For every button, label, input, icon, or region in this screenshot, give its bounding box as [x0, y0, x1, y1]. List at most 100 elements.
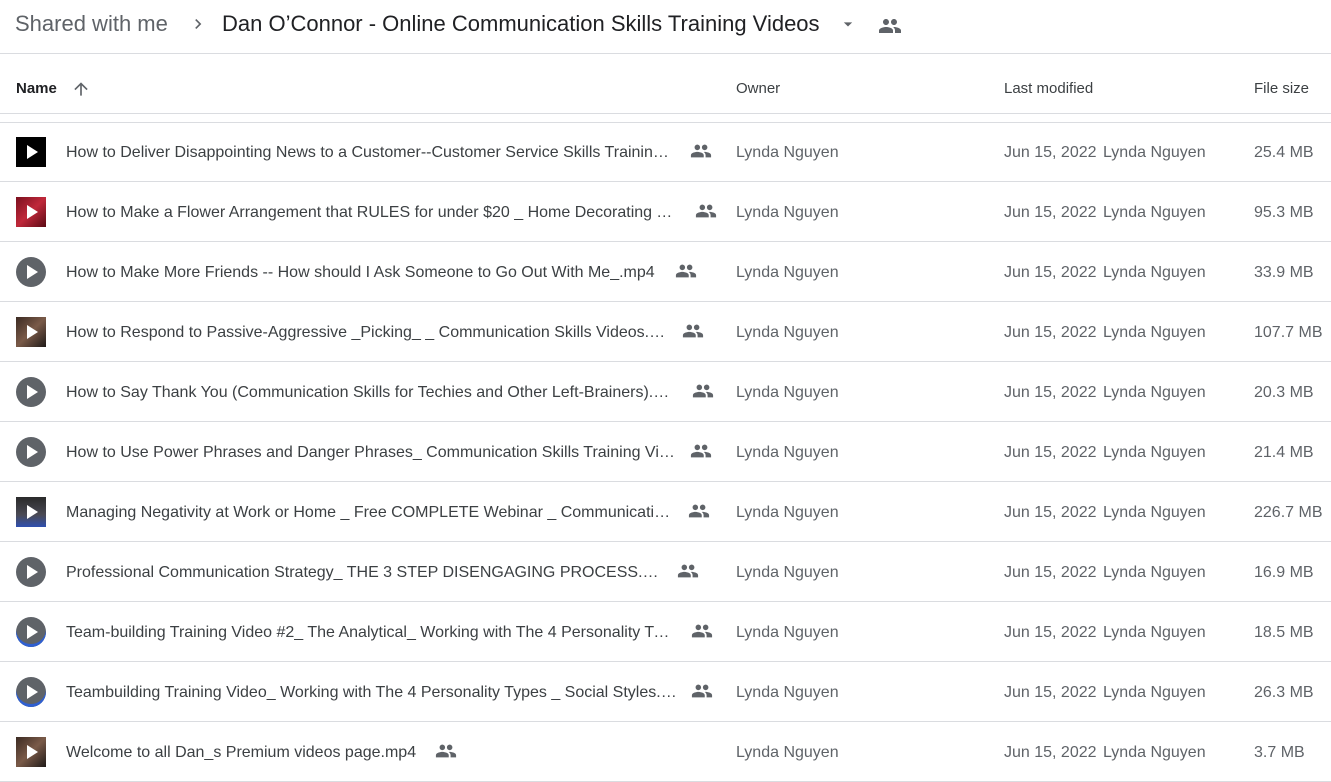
table-row[interactable]: How to Respond to Passive-Aggressive _Pi… — [0, 302, 1331, 362]
file-owner: Lynda Nguyen — [736, 204, 839, 221]
file-modified-date: Jun 15, 2022 — [1004, 144, 1097, 161]
file-modified-date: Jun 15, 2022 — [1004, 264, 1097, 281]
file-size: 107.7 MB — [1254, 324, 1323, 341]
people-icon — [688, 504, 710, 518]
file-modified-by: Lynda Nguyen — [1103, 504, 1206, 521]
chevron-right-icon — [195, 19, 202, 29]
file-name[interactable]: Welcome to all Dan_s Premium videos page… — [66, 743, 421, 763]
breadcrumb-current-folder[interactable]: Dan O’Connor - Online Communication Skil… — [222, 10, 820, 38]
play-icon — [27, 505, 38, 519]
table-row[interactable]: Professional Communication Strategy_ THE… — [0, 542, 1331, 602]
file-modified-date: Jun 15, 2022 — [1004, 564, 1097, 581]
caret-down-icon[interactable] — [838, 14, 858, 34]
file-modified-date: Jun 15, 2022 — [1004, 384, 1097, 401]
column-header-row: Name Owner Last modified File size — [0, 54, 1331, 114]
file-size: 33.9 MB — [1254, 264, 1314, 281]
file-owner: Lynda Nguyen — [736, 384, 839, 401]
people-icon — [690, 444, 712, 458]
table-row[interactable]: How to Make a Flower Arrangement that RU… — [0, 182, 1331, 242]
file-owner: Lynda Nguyen — [736, 684, 839, 701]
people-icon — [435, 744, 457, 758]
file-name[interactable]: Managing Negativity at Work or Home _ Fr… — [66, 503, 674, 523]
video-thumbnail — [16, 617, 46, 647]
table-row[interactable]: Managing Negativity at Work or Home _ Fr… — [0, 482, 1331, 542]
people-icon — [692, 384, 714, 398]
file-modified-date: Jun 15, 2022 — [1004, 684, 1097, 701]
file-name[interactable]: How to Make a Flower Arrangement that RU… — [66, 203, 681, 223]
file-modified-by: Lynda Nguyen — [1103, 624, 1206, 641]
file-name[interactable]: How to Respond to Passive-Aggressive _Pi… — [66, 323, 668, 343]
play-icon — [27, 685, 38, 699]
file-size: 25.4 MB — [1254, 144, 1314, 161]
file-modified-date: Jun 15, 2022 — [1004, 624, 1097, 641]
column-header-last-modified[interactable]: Last modified — [1004, 80, 1093, 98]
file-owner: Lynda Nguyen — [736, 264, 839, 281]
table-row[interactable]: Team-building Training Video #2_ The Ana… — [0, 602, 1331, 662]
file-name[interactable]: How to Use Power Phrases and Danger Phra… — [66, 443, 676, 463]
file-name[interactable]: Team-building Training Video #2_ The Ana… — [66, 623, 677, 643]
video-thumbnail — [16, 317, 46, 347]
play-icon — [27, 385, 38, 399]
play-icon — [27, 745, 38, 759]
file-size: 3.7 MB — [1254, 744, 1305, 761]
file-size: 95.3 MB — [1254, 204, 1314, 221]
video-thumbnail — [16, 497, 46, 527]
file-name[interactable]: Professional Communication Strategy_ THE… — [66, 563, 663, 583]
file-modified-date: Jun 15, 2022 — [1004, 204, 1097, 221]
people-icon — [675, 264, 697, 278]
table-row[interactable]: How to Make More Friends -- How should I… — [0, 242, 1331, 302]
play-icon — [27, 565, 38, 579]
file-owner: Lynda Nguyen — [736, 444, 839, 461]
file-size: 16.9 MB — [1254, 564, 1314, 581]
file-modified-by: Lynda Nguyen — [1103, 444, 1206, 461]
file-owner: Lynda Nguyen — [736, 624, 839, 641]
file-modified-date: Jun 15, 2022 — [1004, 504, 1097, 521]
file-name[interactable]: How to Say Thank You (Communication Skil… — [66, 383, 678, 403]
file-name[interactable]: Teambuilding Training Video_ Working wit… — [66, 683, 677, 703]
file-list: How to Deliver Disappointing News to a C… — [0, 122, 1331, 782]
play-icon — [27, 145, 38, 159]
video-thumbnail — [16, 437, 46, 467]
breadcrumb-root[interactable]: Shared with me — [15, 10, 168, 38]
video-thumbnail — [16, 137, 46, 167]
file-owner: Lynda Nguyen — [736, 324, 839, 341]
play-icon — [27, 265, 38, 279]
file-modified-by: Lynda Nguyen — [1103, 684, 1206, 701]
file-size: 20.3 MB — [1254, 384, 1314, 401]
video-thumbnail — [16, 677, 46, 707]
file-modified-by: Lynda Nguyen — [1103, 204, 1206, 221]
people-icon — [691, 684, 713, 698]
file-name[interactable]: How to Deliver Disappointing News to a C… — [66, 143, 676, 163]
file-modified-by: Lynda Nguyen — [1103, 324, 1206, 341]
breadcrumb: Shared with me Dan O’Connor - Online Com… — [0, 0, 1331, 54]
people-icon — [691, 624, 713, 638]
people-icon — [695, 204, 717, 218]
column-header-owner[interactable]: Owner — [736, 80, 780, 98]
table-row[interactable]: How to Use Power Phrases and Danger Phra… — [0, 422, 1331, 482]
file-size: 18.5 MB — [1254, 624, 1314, 641]
file-modified-by: Lynda Nguyen — [1103, 744, 1206, 761]
people-icon — [682, 324, 704, 338]
file-size: 26.3 MB — [1254, 684, 1314, 701]
arrow-up-icon[interactable] — [71, 79, 91, 99]
file-modified-by: Lynda Nguyen — [1103, 564, 1206, 581]
column-header-name[interactable]: Name — [16, 80, 57, 98]
file-owner: Lynda Nguyen — [736, 504, 839, 521]
video-thumbnail — [16, 257, 46, 287]
file-name[interactable]: How to Make More Friends -- How should I… — [66, 263, 661, 283]
file-owner: Lynda Nguyen — [736, 144, 839, 161]
table-row[interactable]: How to Deliver Disappointing News to a C… — [0, 122, 1331, 182]
file-owner: Lynda Nguyen — [736, 564, 839, 581]
play-icon — [27, 205, 38, 219]
people-icon — [690, 144, 712, 158]
column-header-file-size[interactable]: File size — [1254, 80, 1309, 98]
people-icon — [677, 564, 699, 578]
file-modified-by: Lynda Nguyen — [1103, 384, 1206, 401]
video-thumbnail — [16, 557, 46, 587]
video-thumbnail — [16, 737, 46, 767]
table-row[interactable]: Welcome to all Dan_s Premium videos page… — [0, 722, 1331, 782]
table-row[interactable]: How to Say Thank You (Communication Skil… — [0, 362, 1331, 422]
file-modified-date: Jun 15, 2022 — [1004, 324, 1097, 341]
table-row[interactable]: Teambuilding Training Video_ Working wit… — [0, 662, 1331, 722]
people-icon[interactable] — [878, 14, 902, 38]
